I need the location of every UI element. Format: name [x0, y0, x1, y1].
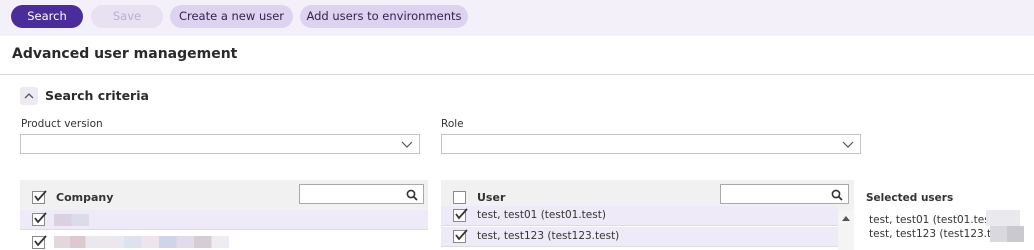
redacted-company-name — [54, 214, 89, 226]
search-icon — [831, 189, 843, 201]
user-row-name: test, test01 (test01.test) — [477, 209, 606, 221]
product-version-select[interactable] — [20, 134, 420, 154]
checkmark-icon — [34, 212, 47, 224]
company-row[interactable] — [20, 210, 428, 230]
checkmark-icon — [34, 235, 47, 247]
user-row-checkbox[interactable] — [453, 229, 468, 243]
checkmark-icon — [34, 190, 47, 202]
scroll-up-icon[interactable] — [842, 216, 850, 221]
add-users-to-environments-button[interactable]: Add users to environments — [300, 5, 468, 28]
page-title: Advanced user management — [12, 46, 238, 62]
company-select-all-checkbox[interactable] — [32, 190, 47, 204]
company-column-header: Company — [56, 191, 114, 204]
checkmark-icon — [455, 208, 468, 220]
title-divider — [0, 74, 1034, 75]
user-column-header: User — [477, 191, 506, 204]
redacted-text — [990, 226, 1024, 242]
search-icon — [406, 189, 418, 201]
user-filter-input[interactable] — [720, 184, 849, 204]
chevron-up-icon — [24, 93, 34, 99]
company-grid-header: Company — [20, 180, 428, 210]
role-label: Role — [441, 118, 464, 130]
user-select-all-checkbox[interactable] — [453, 191, 466, 204]
toolbar: Search Save Create a new user Add users … — [0, 0, 1034, 36]
create-user-button[interactable]: Create a new user — [170, 5, 293, 28]
user-row-checkbox[interactable] — [453, 208, 468, 222]
company-row-checkbox[interactable] — [32, 212, 47, 226]
chevron-down-icon — [842, 141, 854, 148]
checkmark-icon — [455, 229, 468, 241]
search-button[interactable]: Search — [11, 5, 83, 28]
selected-users-title: Selected users — [866, 192, 954, 204]
role-select[interactable] — [441, 134, 861, 154]
company-row-checkbox[interactable] — [32, 235, 47, 249]
collapse-search-criteria-button[interactable] — [20, 87, 38, 105]
chevron-down-icon — [401, 141, 413, 148]
product-version-label: Product version — [21, 118, 103, 130]
company-filter-input[interactable] — [299, 184, 424, 204]
user-row[interactable]: test, test01 (test01.test) — [441, 206, 838, 226]
selected-user-item: test, test01 (test01.test) , — [869, 214, 1005, 226]
save-button[interactable]: Save — [91, 5, 163, 28]
user-row[interactable]: test, test123 (test123.test) — [441, 227, 838, 247]
search-criteria-title: Search criteria — [45, 88, 149, 103]
user-row-name: test, test123 (test123.test) — [477, 230, 620, 242]
user-grid-scrollbar[interactable] — [838, 210, 854, 250]
redacted-company-name — [54, 236, 229, 248]
company-row[interactable] — [20, 231, 428, 250]
redacted-text — [986, 210, 1020, 226]
